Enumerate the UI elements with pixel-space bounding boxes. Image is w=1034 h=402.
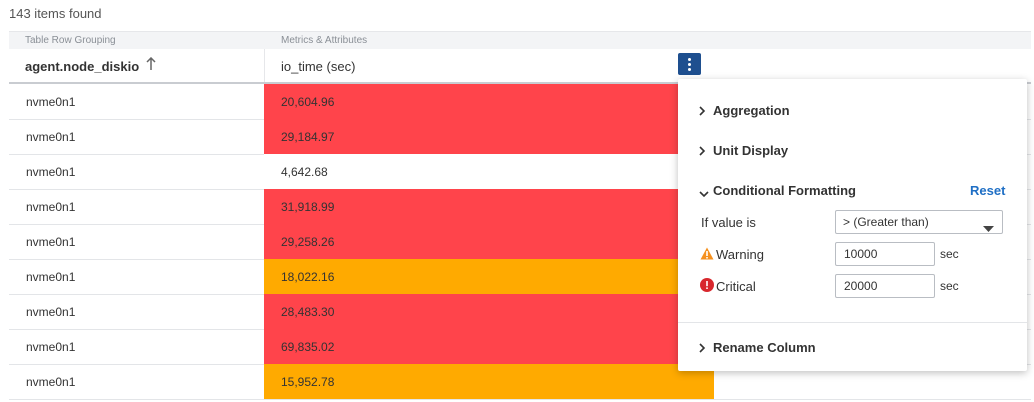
kebab-dot <box>688 68 691 71</box>
chevron-right-icon <box>698 342 706 357</box>
operator-select[interactable]: > (Greater than) <box>835 210 1003 234</box>
row-node-name: nvme0n1 <box>26 165 76 179</box>
io-time-value: 18,022.16 <box>281 270 335 284</box>
column-divider <box>264 49 265 82</box>
column-group-header: Table Row Grouping Metrics & Attributes <box>9 31 1031 49</box>
kebab-menu-icon <box>688 58 691 61</box>
warning-threshold-input[interactable]: 10000 <box>835 242 935 266</box>
warning-threshold-value: 10000 <box>844 247 878 261</box>
items-found-count: 143 items found <box>9 6 102 21</box>
chevron-right-icon <box>698 105 706 120</box>
column-header-io-time[interactable]: io_time (sec) <box>281 59 355 74</box>
critical-unit-label: sec <box>940 279 959 293</box>
io-time-cell: 15,952.78 <box>264 364 714 399</box>
chevron-down-icon <box>698 186 710 201</box>
row-node-name: nvme0n1 <box>26 305 76 319</box>
unit-display-label: Unit Display <box>713 143 789 158</box>
chevron-right-icon <box>698 145 706 160</box>
io-time-value: 15,952.78 <box>281 375 335 389</box>
column-header-node-diskio[interactable]: agent.node_diskio <box>25 59 139 74</box>
io-time-cell: 28,483.30 <box>264 294 714 329</box>
critical-label: Critical <box>716 279 756 294</box>
row-node-name: nvme0n1 <box>26 200 76 214</box>
caret-down-icon <box>983 219 994 237</box>
row-node-name: nvme0n1 <box>26 95 76 109</box>
row-node-name: nvme0n1 <box>26 270 76 284</box>
warning-label: Warning <box>716 247 764 262</box>
io-time-value: 31,918.99 <box>281 200 335 214</box>
warning-triangle-icon <box>700 247 714 265</box>
io-time-value: 69,835.02 <box>281 340 335 354</box>
kebab-dot <box>688 63 691 66</box>
io-time-cell: 20,604.96 <box>264 84 714 119</box>
io-time-value: 29,184.97 <box>281 130 335 144</box>
column-options-panel: Aggregation Unit Display Conditional For… <box>678 79 1027 371</box>
conditional-formatting-label: Conditional Formatting <box>713 183 856 198</box>
panel-divider <box>678 322 1027 323</box>
critical-threshold-value: 20000 <box>844 279 878 293</box>
io-time-value: 28,483.30 <box>281 305 335 319</box>
io-time-cell: 31,918.99 <box>264 189 714 224</box>
row-node-name: nvme0n1 <box>26 340 76 354</box>
io-time-value: 20,604.96 <box>281 95 335 109</box>
io-time-cell: 29,258.26 <box>264 224 714 259</box>
operator-value: > (Greater than) <box>843 215 929 229</box>
row-node-name: nvme0n1 <box>26 130 76 144</box>
io-time-cell: 29,184.97 <box>264 119 714 154</box>
arrow-up-icon[interactable] <box>146 56 156 76</box>
column-menu-button[interactable] <box>678 53 701 75</box>
io-time-value: 29,258.26 <box>281 235 335 249</box>
io-time-cell: 4,642.68 <box>264 154 714 189</box>
row-node-name: nvme0n1 <box>26 235 76 249</box>
aggregation-label: Aggregation <box>713 103 790 118</box>
warning-unit-label: sec <box>940 247 959 261</box>
error-circle-icon <box>700 278 714 297</box>
critical-threshold-input[interactable]: 20000 <box>835 274 935 298</box>
io-time-cell: 18,022.16 <box>264 259 714 294</box>
rename-column-label: Rename Column <box>713 340 816 355</box>
io-time-value: 4,642.68 <box>281 165 328 179</box>
io-time-cell: 69,835.02 <box>264 329 714 364</box>
reset-link[interactable]: Reset <box>970 183 1005 198</box>
group-label-row-grouping: Table Row Grouping <box>25 35 116 46</box>
group-label-metrics: Metrics & Attributes <box>281 35 368 46</box>
if-value-is-label: If value is <box>701 215 756 230</box>
row-node-name: nvme0n1 <box>26 375 76 389</box>
